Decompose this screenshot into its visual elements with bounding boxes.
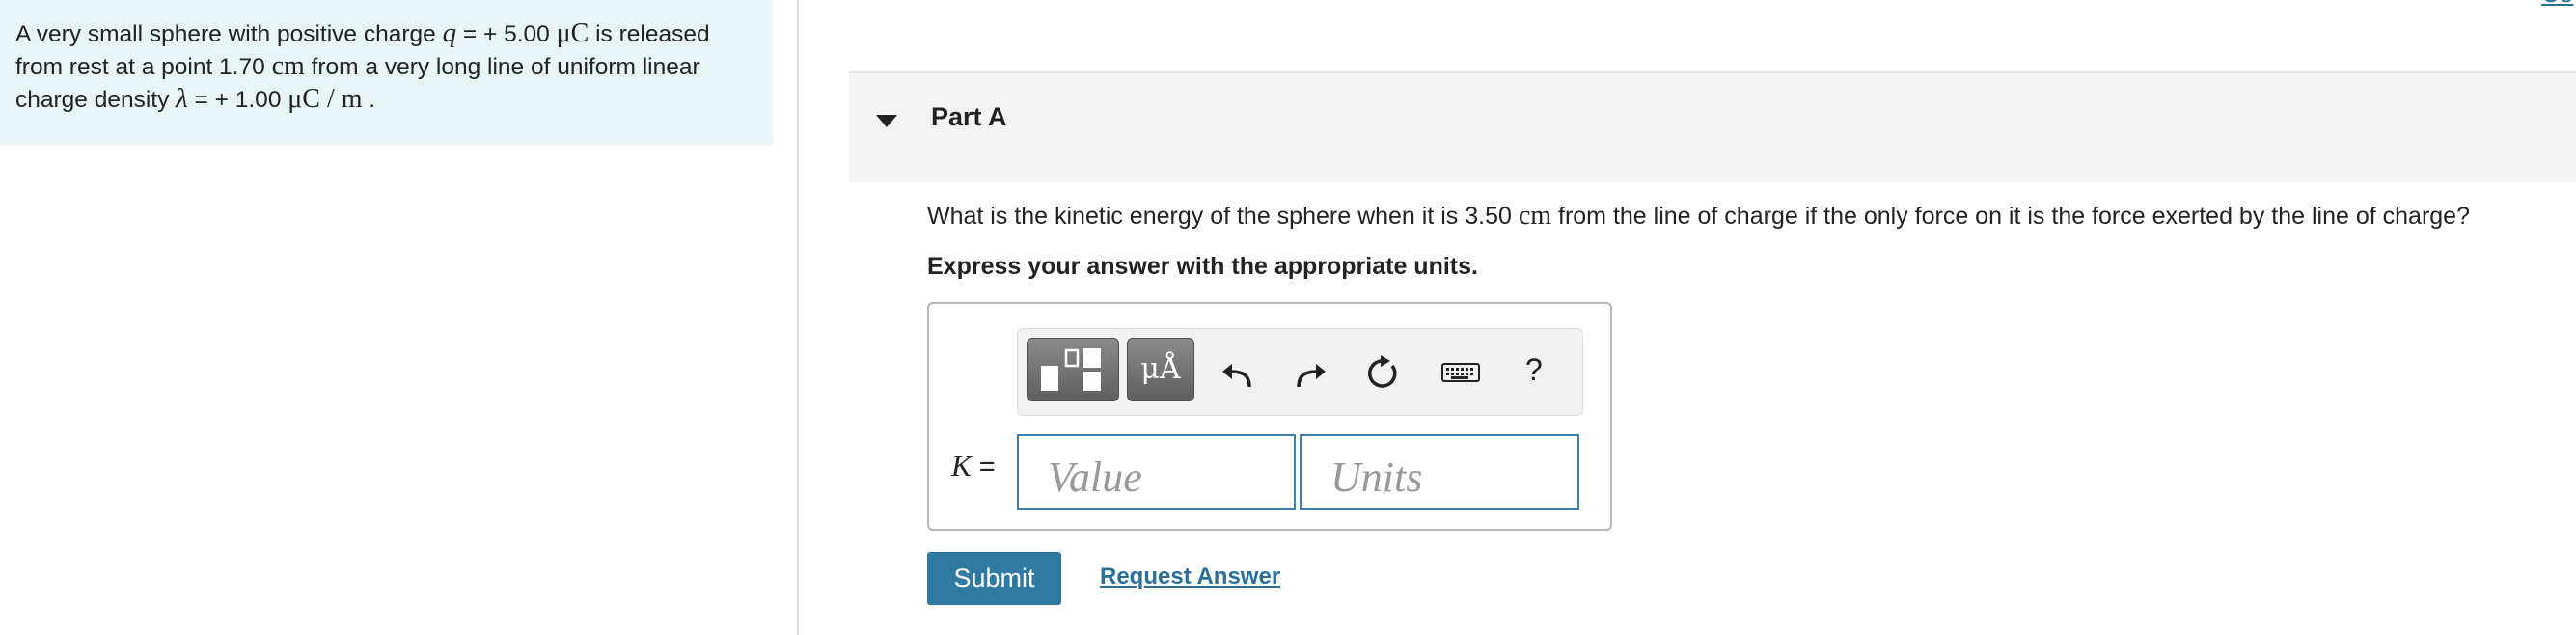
units-input[interactable] xyxy=(1300,434,1579,510)
keyboard-icon[interactable] xyxy=(1440,350,1481,393)
variable-symbol: K xyxy=(951,449,972,483)
units-button[interactable]: μÅ xyxy=(1127,338,1194,401)
problem-statement: A very small sphere with positive charge… xyxy=(0,0,773,145)
units-icon: μÅ xyxy=(1140,352,1181,386)
math-toolbar: μÅ ? xyxy=(1017,328,1583,416)
instruction-text: Express your answer with the appropriate… xyxy=(927,253,1478,280)
distance-unit: cm xyxy=(271,51,305,81)
density-unit: μC / m xyxy=(288,84,363,114)
help-icon[interactable]: ? xyxy=(1525,352,1543,388)
charge-unit: μC xyxy=(556,18,589,48)
undo-icon[interactable] xyxy=(1219,350,1257,393)
request-answer-link[interactable]: Request Answer xyxy=(1100,564,1280,591)
collapse-caret-icon[interactable] xyxy=(876,115,897,127)
part-header[interactable]: Part A xyxy=(849,71,2576,182)
problem-text: = + 5.00 xyxy=(456,21,557,47)
part-title: Part A xyxy=(931,102,1007,131)
charge-symbol: q xyxy=(442,17,457,48)
templates-button[interactable] xyxy=(1027,338,1119,401)
question-segment: What is the kinetic energy of the sphere… xyxy=(927,203,1519,230)
problem-text: = + 1.00 xyxy=(187,87,288,113)
answer-label: K = xyxy=(951,449,996,483)
panel-divider xyxy=(797,0,799,635)
submit-button[interactable]: Submit xyxy=(927,552,1061,605)
question-segment: from the line of charge if the only forc… xyxy=(1551,203,2470,230)
equals-sign: = xyxy=(971,452,996,483)
question-text: What is the kinetic energy of the sphere… xyxy=(927,201,2470,232)
templates-icon xyxy=(1041,348,1101,391)
corner-link[interactable]: Co xyxy=(2541,0,2573,9)
problem-text: . xyxy=(362,87,376,113)
answer-box: μÅ ? K = xyxy=(927,302,1612,531)
value-input[interactable] xyxy=(1017,434,1296,510)
lambda-symbol: λ xyxy=(176,83,188,114)
question-unit: cm xyxy=(1518,201,1552,231)
redo-icon[interactable] xyxy=(1291,350,1329,393)
reset-icon[interactable] xyxy=(1363,350,1402,393)
problem-text: A very small sphere with positive charge xyxy=(15,21,443,47)
